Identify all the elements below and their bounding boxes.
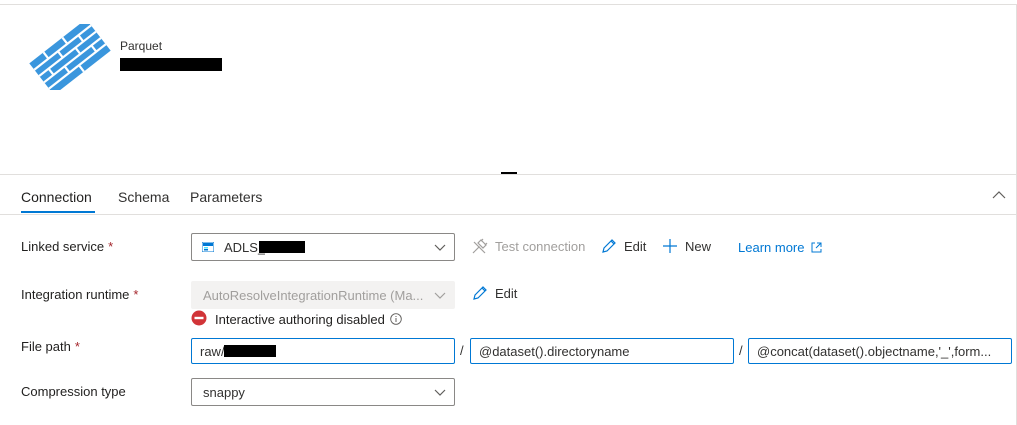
pencil-icon	[473, 286, 487, 300]
path-separator: /	[739, 343, 743, 358]
file-path-label-text: File path	[21, 339, 71, 354]
blocked-icon	[191, 310, 207, 326]
interactive-authoring-warning: Interactive authoring disabled	[191, 310, 403, 328]
test-connection-button[interactable]: Test connection	[471, 237, 586, 257]
dataset-name-redacted	[120, 58, 222, 71]
parquet-dataset-icon	[29, 24, 111, 90]
plus-icon	[663, 239, 677, 253]
compression-type-dropdown[interactable]: snappy	[191, 378, 455, 406]
redacted-text	[224, 345, 276, 357]
required-marker: *	[133, 287, 139, 302]
integration-runtime-label: Integration runtime *	[21, 287, 138, 302]
tab-schema[interactable]: Schema	[118, 189, 169, 205]
warning-text: Interactive authoring disabled	[215, 312, 403, 327]
chevron-down-icon	[434, 292, 446, 299]
linked-service-dropdown[interactable]: ADLS_	[191, 233, 455, 261]
redacted-text	[259, 241, 305, 253]
chevron-down-icon	[434, 244, 446, 251]
external-link-icon	[811, 242, 822, 253]
linked-service-label: Linked service *	[21, 239, 113, 254]
required-marker: *	[74, 339, 80, 354]
compression-type-label: Compression type	[21, 384, 126, 399]
storage-icon	[202, 242, 214, 252]
file-path-directory-input[interactable]	[470, 338, 734, 364]
new-label: New	[685, 239, 712, 254]
directory-input[interactable]	[471, 339, 733, 363]
plug-icon	[472, 238, 488, 254]
compression-value: snappy	[203, 385, 245, 400]
integration-runtime-value: AutoResolveIntegrationRuntime (Ma...	[203, 288, 424, 303]
integration-runtime-dropdown[interactable]: AutoResolveIntegrationRuntime (Ma...	[191, 281, 455, 309]
edit-linked-service-button[interactable]: Edit	[600, 237, 650, 257]
edit-label: Edit	[624, 239, 647, 254]
file-input[interactable]	[749, 339, 1011, 363]
chevron-up-icon[interactable]	[991, 188, 1007, 202]
required-marker: *	[108, 239, 114, 254]
edit-integration-runtime-button[interactable]: Edit	[471, 284, 521, 304]
top-border	[0, 4, 1017, 5]
tab-connection[interactable]: Connection	[21, 189, 92, 205]
integration-runtime-label-text: Integration runtime	[21, 287, 130, 302]
learn-more-link[interactable]: Learn more	[738, 240, 822, 255]
tabs-divider	[0, 214, 1017, 215]
file-path-file-input[interactable]	[748, 338, 1012, 364]
learn-more-label: Learn more	[738, 240, 805, 255]
tab-parameters[interactable]: Parameters	[190, 189, 262, 205]
edit-label: Edit	[495, 286, 518, 301]
pencil-icon	[602, 239, 616, 253]
info-icon[interactable]	[390, 313, 403, 325]
path-separator: /	[460, 343, 464, 358]
new-linked-service-button[interactable]: New	[661, 237, 717, 257]
panel-border	[0, 174, 1017, 175]
warning-label: Interactive authoring disabled	[215, 312, 385, 327]
chevron-down-icon	[434, 389, 446, 396]
active-tab-indicator	[21, 211, 95, 213]
file-path-label: File path *	[21, 339, 80, 354]
linked-service-label-text: Linked service	[21, 239, 105, 254]
file-path-container-input[interactable]	[191, 338, 455, 364]
test-connection-label: Test connection	[495, 239, 586, 254]
dataset-type-label: Parquet	[120, 39, 163, 53]
